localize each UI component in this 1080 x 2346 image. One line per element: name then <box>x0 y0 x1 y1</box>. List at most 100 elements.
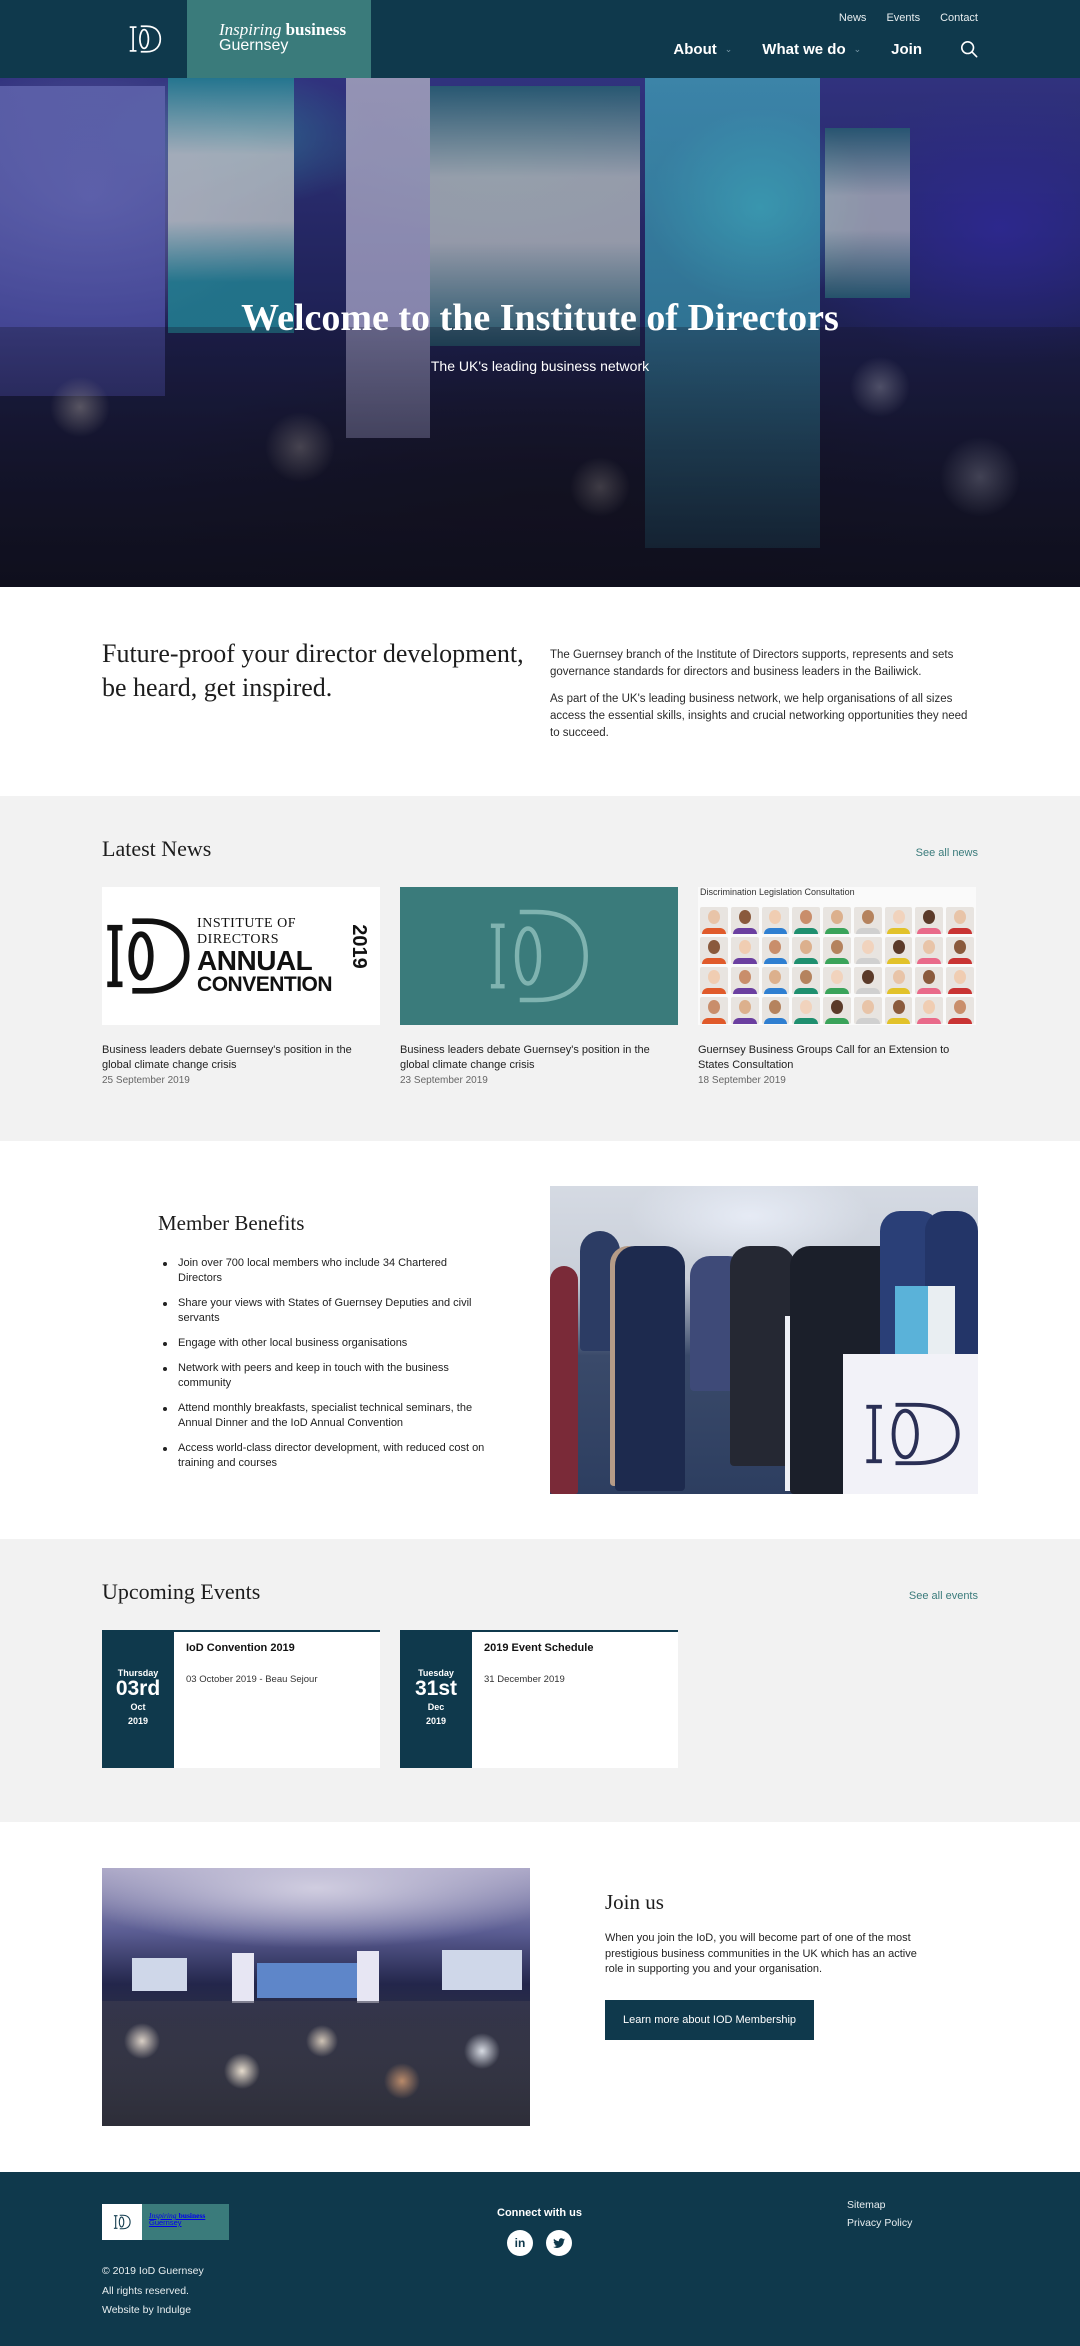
utility-nav: News Events Contact <box>839 12 978 24</box>
see-all-events-link[interactable]: See all events <box>909 1590 978 1602</box>
event-day: 03rd <box>115 1677 161 1700</box>
face-tile <box>915 907 944 934</box>
event-year: 2019 <box>127 1716 149 1726</box>
benefit-item: Network with peers and keep in touch wit… <box>158 1361 488 1391</box>
thumb-year: 2019 <box>347 924 370 969</box>
face-tile <box>700 937 728 964</box>
benefit-item: Attend monthly breakfasts, specialist te… <box>158 1401 488 1431</box>
credit-text[interactable]: Website by Indulge <box>102 2301 204 2321</box>
copyright-text: © 2019 IoD Guernsey <box>102 2265 204 2277</box>
brand-tagline: Inspiring business Guernsey <box>187 0 371 78</box>
iod-logo-icon <box>113 2214 131 2230</box>
networking-photo <box>550 1186 978 1494</box>
latest-news-section: Latest News See all news INSTITUTE OF DI… <box>0 796 1080 1141</box>
event-meta: 03 October 2019 - Beau Sejour <box>186 1674 318 1685</box>
face-tile <box>730 937 759 964</box>
join-us-section: Join us When you join the IoD, you will … <box>0 1822 1080 2172</box>
utility-link-news[interactable]: News <box>839 12 867 24</box>
footer-tagline-location: Guernsey <box>149 2218 182 2227</box>
benefits-heading: Member Benefits <box>158 1211 305 1235</box>
footer-tagline: Inspiring business Guernsey <box>142 2204 229 2240</box>
chevron-down-icon: ⌄ <box>724 43 733 54</box>
linkedin-icon[interactable]: in <box>506 2230 533 2256</box>
benefit-item: Join over 700 local members who include … <box>158 1256 488 1286</box>
face-tile <box>730 997 759 1024</box>
footer-link-sitemap[interactable]: Sitemap <box>847 2199 912 2211</box>
benefit-item: Engage with other local business organis… <box>158 1336 488 1351</box>
hero-subtitle: The UK's leading business network <box>430 358 650 374</box>
photo-screen <box>132 1958 187 1991</box>
nav-what-we-do[interactable]: What we do ⌄ <box>762 41 861 58</box>
news-title[interactable]: Business leaders debate Guernsey's posit… <box>102 1043 380 1073</box>
face-tile <box>700 967 728 994</box>
face-tile <box>823 937 851 964</box>
event-meta: 31 December 2019 <box>484 1674 565 1685</box>
face-tile <box>853 907 882 934</box>
intro-heading: Future-proof your director development, … <box>102 639 524 702</box>
news-thumbnail[interactable]: INSTITUTE OF DIRECTORS ANNUAL CONVENTION… <box>102 887 380 1025</box>
twitter-icon[interactable] <box>545 2230 572 2256</box>
news-title[interactable]: Business leaders debate Guernsey's posit… <box>400 1043 678 1073</box>
iod-logo-icon <box>490 909 588 1003</box>
news-thumbnail[interactable] <box>400 887 678 1025</box>
connect-label: Connect with us <box>497 2207 582 2219</box>
event-title[interactable]: 2019 Event Schedule <box>484 1642 593 1654</box>
upcoming-events-section: Upcoming Events See all events Thursday … <box>0 1539 1080 1822</box>
footer-legal: © 2019 IoD Guernsey All rights reserved.… <box>102 2262 204 2321</box>
nav-what-we-do-label: What we do <box>762 40 846 58</box>
intro-copy: The Guernsey branch of the Institute of … <box>550 637 978 796</box>
event-day: 31st <box>414 1677 458 1700</box>
face-tile <box>792 907 821 934</box>
face-tile <box>915 967 944 994</box>
photo-banner <box>232 1953 254 2003</box>
intro-paragraph: As part of the UK's leading business net… <box>550 693 968 739</box>
footer-logo-link[interactable]: Inspiring business Guernsey <box>102 2204 229 2240</box>
face-tile <box>884 937 913 964</box>
event-card[interactable]: Thursday 03rd Oct 2019 IoD Convention 20… <box>102 1630 380 1768</box>
photo-figure <box>615 1246 685 1491</box>
utility-link-events[interactable]: Events <box>886 12 920 24</box>
event-month: Dec <box>427 1702 445 1712</box>
face-tile <box>761 937 790 964</box>
see-all-news-link[interactable]: See all news <box>916 847 978 859</box>
face-tile <box>946 907 974 934</box>
news-date: 23 September 2019 <box>400 1075 488 1086</box>
hero-title: Welcome to the Institute of Directors <box>241 297 839 339</box>
news-thumbnail[interactable]: Discrimination Legislation Consultation <box>698 887 976 1025</box>
face-tile <box>884 967 913 994</box>
footer-link-privacy[interactable]: Privacy Policy <box>847 2217 912 2229</box>
thumb-line3: CONVENTION <box>197 973 333 996</box>
nav-about[interactable]: About ⌄ <box>673 41 732 58</box>
event-title[interactable]: IoD Convention 2019 <box>186 1642 318 1654</box>
news-card[interactable]: INSTITUTE OF DIRECTORS ANNUAL CONVENTION… <box>102 887 380 1086</box>
face-tile <box>853 937 882 964</box>
faces-grid <box>698 907 976 1024</box>
face-tile <box>700 997 728 1024</box>
face-tile <box>823 907 851 934</box>
search-icon[interactable] <box>960 40 978 58</box>
intro-section: Future-proof your director development, … <box>0 587 1080 796</box>
face-tile <box>761 997 790 1024</box>
face-tile <box>915 997 944 1024</box>
utility-link-contact[interactable]: Contact <box>940 12 978 24</box>
event-date-block: Tuesday 31st Dec 2019 <box>400 1632 472 1768</box>
event-month: Oct <box>130 1702 146 1712</box>
event-card[interactable]: Tuesday 31st Dec 2019 2019 Event Schedul… <box>400 1630 678 1768</box>
news-card[interactable]: Business leaders debate Guernsey's posit… <box>400 887 678 1086</box>
face-tile <box>946 967 974 994</box>
news-date: 25 September 2019 <box>102 1075 190 1086</box>
photo-screen <box>442 1950 522 1990</box>
event-date-block: Thursday 03rd Oct 2019 <box>102 1632 174 1768</box>
face-tile <box>823 967 851 994</box>
site-header: Inspiring business Guernsey News Events … <box>0 0 1080 78</box>
membership-cta-button[interactable]: Learn more about IOD Membership <box>605 1999 815 2040</box>
nav-join-label: Join <box>891 40 922 58</box>
photo-screen <box>257 1963 367 1998</box>
chevron-down-icon: ⌄ <box>853 43 862 54</box>
nav-join[interactable]: Join <box>891 41 922 58</box>
benefit-item: Access world-class director development,… <box>158 1441 488 1471</box>
face-tile <box>761 967 790 994</box>
news-card[interactable]: Discrimination Legislation Consultation … <box>698 887 976 1086</box>
benefits-list: Join over 700 local members who include … <box>158 1256 488 1471</box>
news-title[interactable]: Guernsey Business Groups Call for an Ext… <box>698 1043 976 1073</box>
